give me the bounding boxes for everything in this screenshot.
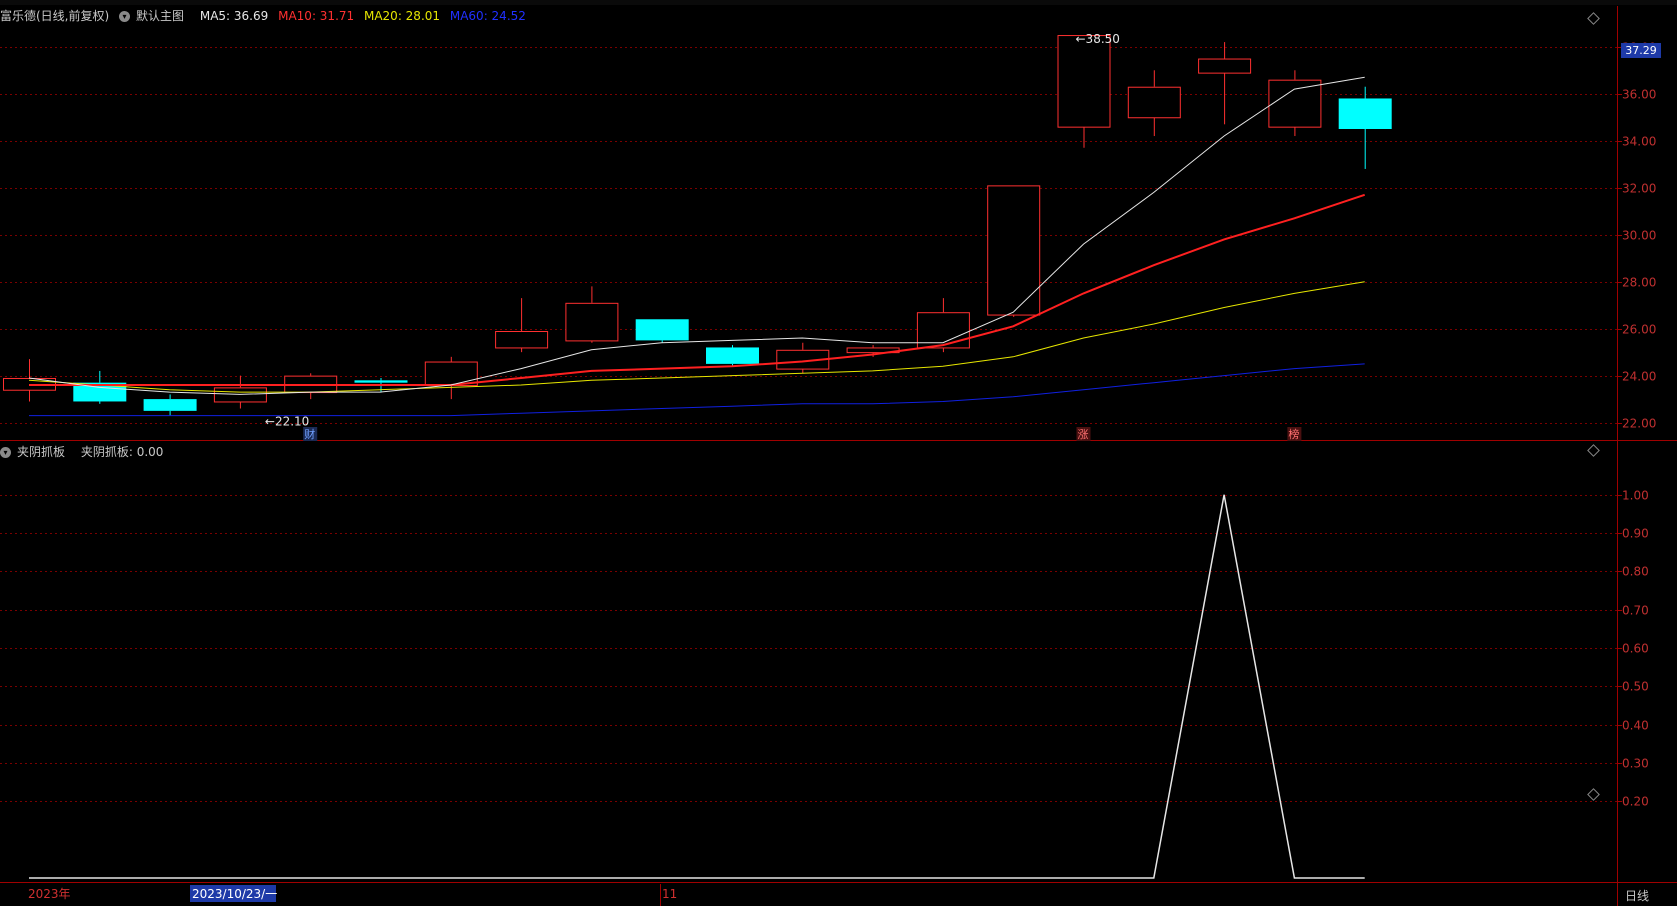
candle-body-up bbox=[1127, 86, 1181, 119]
ma20-line bbox=[28, 281, 1365, 393]
crosshair-date-label: 2023/10/23/一 bbox=[192, 887, 277, 901]
candle-body-up bbox=[424, 361, 478, 387]
period-label[interactable]: 日线 bbox=[1625, 887, 1649, 904]
indicator-tick-label: 0.60 bbox=[1622, 642, 1649, 656]
indicator-tick-label: 0.20 bbox=[1622, 795, 1649, 809]
candle-body-up bbox=[213, 387, 267, 403]
event-marker: 财 bbox=[304, 427, 315, 441]
price-tick-label: 26.00 bbox=[1622, 323, 1656, 337]
price-tick-label: 24.00 bbox=[1622, 370, 1656, 384]
price-tick-label: 22.00 bbox=[1622, 417, 1656, 431]
indicator-tick-label: 0.30 bbox=[1622, 757, 1649, 771]
indicator-tick-label: 0.90 bbox=[1622, 527, 1649, 541]
x-axis-label: 2023年 bbox=[28, 887, 71, 901]
ma10-line bbox=[29, 193, 1366, 386]
price-tick-label: 30.00 bbox=[1622, 229, 1656, 243]
indicator-tick-label: 0.40 bbox=[1622, 719, 1649, 733]
candle-body-down bbox=[706, 347, 759, 364]
price-tick-label: 32.00 bbox=[1622, 182, 1656, 196]
candle-body-up bbox=[1198, 58, 1252, 74]
indicator-tick-label: 0.70 bbox=[1622, 604, 1649, 618]
last-price-tag: 37.29 bbox=[1621, 43, 1661, 58]
candle-body-down bbox=[635, 319, 689, 341]
candle-body-up bbox=[987, 185, 1041, 316]
chart-canvas[interactable]: 38.0036.0034.0032.0030.0028.0026.0024.00… bbox=[0, 0, 1677, 906]
indicator-tick-label: 1.00 bbox=[1622, 489, 1649, 503]
candle-body-down bbox=[143, 399, 197, 411]
candle-body-down bbox=[354, 380, 408, 383]
candle-body-up bbox=[495, 331, 549, 349]
low-price-annotation: ←22.10 bbox=[265, 414, 309, 428]
price-tick-label: 28.00 bbox=[1622, 276, 1656, 290]
price-tick-label: 36.00 bbox=[1622, 88, 1656, 102]
indicator-tick-label: 0.80 bbox=[1622, 565, 1649, 579]
candle-body-up bbox=[1057, 35, 1111, 128]
candle-body-down bbox=[1338, 98, 1392, 129]
x-axis-label: 11 bbox=[662, 887, 677, 901]
event-marker: 榜 bbox=[1288, 427, 1299, 441]
price-tick-label: 34.00 bbox=[1622, 135, 1656, 149]
candle-body-up bbox=[1268, 79, 1322, 128]
indicator-tick-label: 0.50 bbox=[1622, 680, 1649, 694]
candle-body-up bbox=[565, 302, 619, 342]
event-marker: 涨 bbox=[1078, 428, 1089, 441]
high-price-annotation: ←38.50 bbox=[1076, 32, 1120, 46]
